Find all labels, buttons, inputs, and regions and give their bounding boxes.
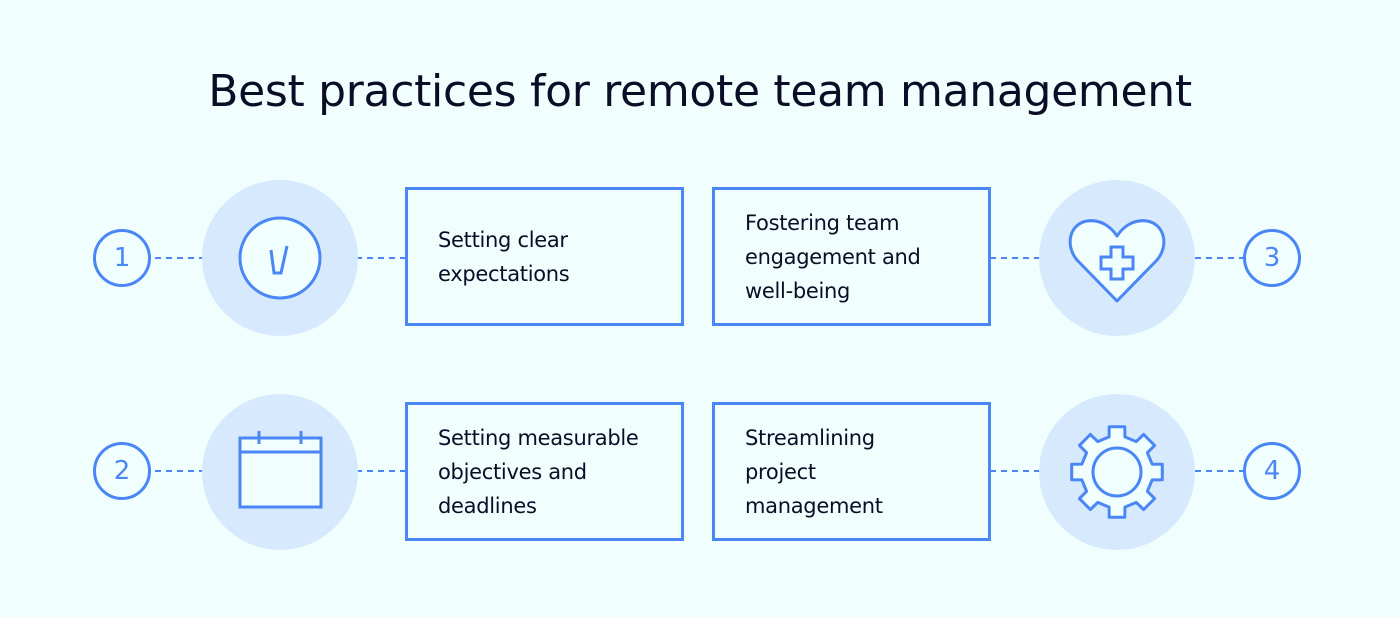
icon-circle-2: [202, 394, 358, 550]
practice-box-1: Setting clear expectations: [405, 187, 684, 326]
step-number-4: 4: [1243, 442, 1301, 500]
practice-label: Setting measurable objectives and deadli…: [438, 425, 639, 518]
step-number-2: 2: [93, 442, 151, 500]
checkmark-circle-icon: [238, 216, 322, 300]
connector-line: [990, 470, 1040, 472]
page-title: Best practices for remote team managemen…: [208, 66, 1192, 117]
icon-circle-1: [202, 180, 358, 336]
practice-box-4: Streamlining project management: [712, 402, 991, 541]
connector-line: [356, 470, 406, 472]
connector-line: [990, 257, 1040, 259]
icon-circle-3: [1039, 180, 1195, 336]
step-number-3: 3: [1243, 229, 1301, 287]
practice-label: Fostering team engagement and well-being: [745, 210, 921, 303]
calendar-icon: [238, 431, 323, 509]
practice-label: Streamlining project management: [745, 425, 883, 518]
connector-line: [1195, 257, 1245, 259]
practice-label: Setting clear expectations: [438, 227, 570, 286]
icon-circle-4: [1039, 394, 1195, 550]
gear-icon: [1070, 425, 1164, 519]
connector-line: [356, 257, 406, 259]
heart-plus-icon: [1068, 219, 1166, 303]
connector-line: [155, 470, 205, 472]
step-number-1: 1: [93, 229, 151, 287]
connector-line: [155, 257, 205, 259]
practice-box-2: Setting measurable objectives and deadli…: [405, 402, 684, 541]
practice-box-3: Fostering team engagement and well-being: [712, 187, 991, 326]
gear-outline: [1070, 425, 1164, 519]
connector-line: [1195, 470, 1245, 472]
